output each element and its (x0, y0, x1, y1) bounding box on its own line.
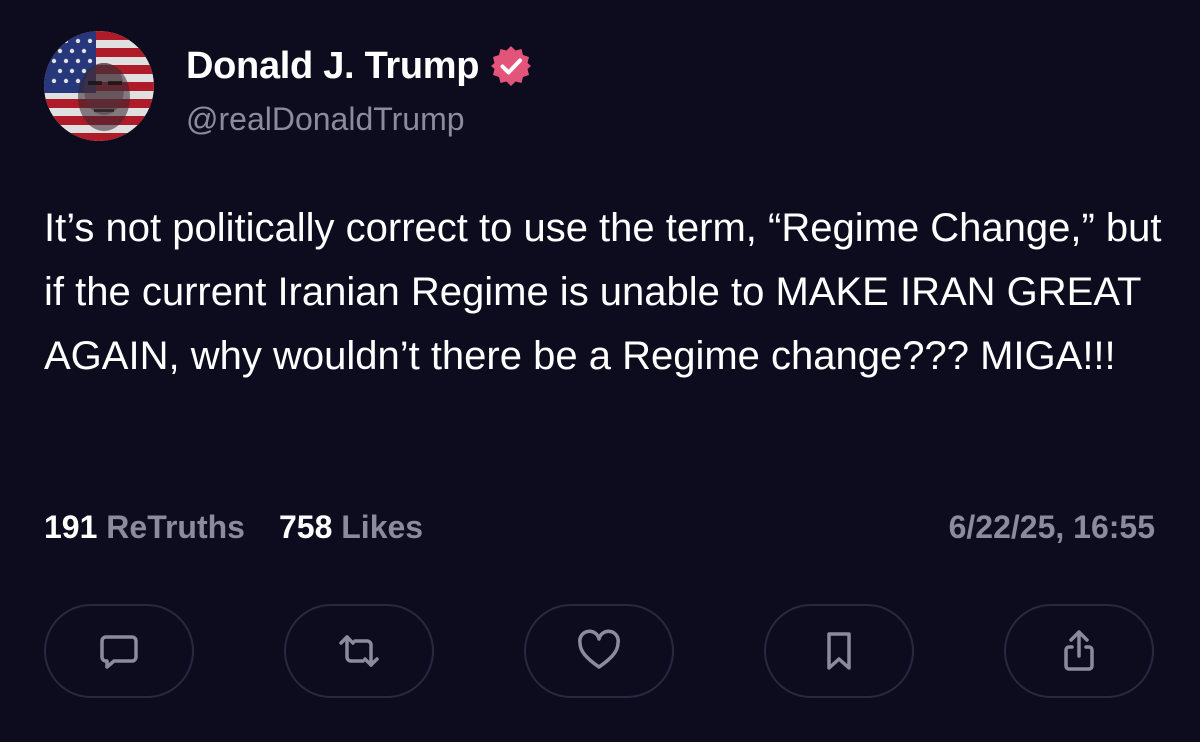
bookmark-button[interactable] (764, 604, 914, 698)
retruths-count: 191 (44, 509, 98, 545)
author-name-label: Donald J. Trump (186, 45, 480, 87)
post-stats: 191 ReTruths 758 Likes (44, 506, 457, 548)
post-text: It’s not politically correct to use the … (44, 206, 1162, 378)
retruths-label: ReTruths (106, 509, 245, 545)
action-bar (44, 604, 1156, 700)
likes-stat[interactable]: 758 Likes (279, 506, 423, 548)
verified-badge-icon (489, 44, 533, 88)
retruth-button[interactable] (284, 604, 434, 698)
share-icon (1064, 630, 1094, 671)
share-button[interactable] (1004, 604, 1154, 698)
post-timestamp[interactable]: 6/22/25, 16:55 (949, 506, 1155, 548)
likes-count: 758 (278, 509, 333, 545)
repost-icon (339, 635, 379, 667)
avatar[interactable] (44, 31, 154, 141)
author-name[interactable]: Donald J. Trump (186, 43, 533, 89)
bookmark-icon (827, 632, 851, 670)
flag-portrait-avatar-icon (44, 31, 154, 141)
like-button[interactable] (524, 604, 674, 698)
heart-icon (578, 629, 620, 669)
reply-button[interactable] (44, 604, 194, 698)
comment-icon (100, 635, 138, 669)
likes-label: Likes (341, 509, 424, 545)
retruths-stat[interactable]: 191 ReTruths (44, 506, 245, 548)
author-handle[interactable]: @realDonaldTrump (186, 99, 465, 139)
post-card: Donald J. Trump @realDonaldTrump It’s no… (0, 0, 1200, 742)
